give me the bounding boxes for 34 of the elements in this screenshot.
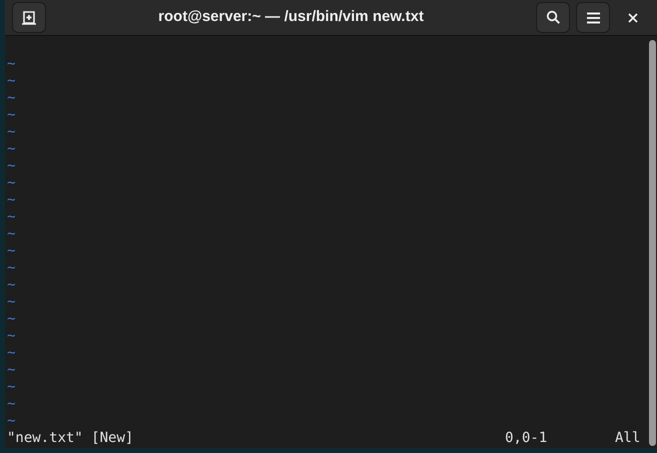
empty-line-tilde: ~ [7, 328, 16, 344]
new-tab-icon [21, 10, 37, 26]
empty-line-tilde: ~ [7, 277, 16, 293]
menu-icon [586, 12, 600, 24]
empty-line-tilde: ~ [7, 124, 16, 140]
empty-line-tilde: ~ [7, 311, 16, 327]
scroll-position: All [615, 430, 642, 447]
empty-line-tilde: ~ [7, 260, 16, 276]
empty-line-tilde: ~ [7, 56, 16, 72]
empty-line-tilde: ~ [7, 209, 16, 225]
empty-line-tilde: ~ [7, 192, 16, 208]
empty-line-tilde: ~ [7, 141, 16, 157]
empty-line-tilde: ~ [7, 243, 16, 259]
empty-line-tilde: ~ [7, 345, 16, 361]
close-icon [628, 12, 638, 22]
empty-line-tilde: ~ [7, 175, 16, 191]
status-message: "new.txt" [New] [7, 430, 134, 447]
empty-line-tilde: ~ [7, 413, 16, 429]
empty-line-tilde: ~ [7, 90, 16, 106]
search-button[interactable] [536, 2, 570, 33]
empty-line-tilde: ~ [7, 73, 16, 89]
empty-line-tilde: ~ [7, 158, 16, 174]
new-tab-button[interactable] [12, 2, 46, 33]
empty-line-tilde: ~ [7, 396, 16, 412]
empty-line-tilde: ~ [7, 226, 16, 242]
window-title: root@server:~ — /usr/bin/vim new.txt [158, 7, 424, 28]
menu-button[interactable] [576, 2, 610, 33]
empty-line-tilde: ~ [7, 294, 16, 310]
empty-line-tilde: ~ [7, 362, 16, 378]
empty-line-tilde: ~ [7, 107, 16, 123]
cursor-position: 0,0-1 [505, 430, 548, 447]
empty-line-tilde: ~ [7, 379, 16, 395]
search-icon [546, 10, 560, 25]
scrollbar-thumb[interactable] [649, 40, 656, 446]
